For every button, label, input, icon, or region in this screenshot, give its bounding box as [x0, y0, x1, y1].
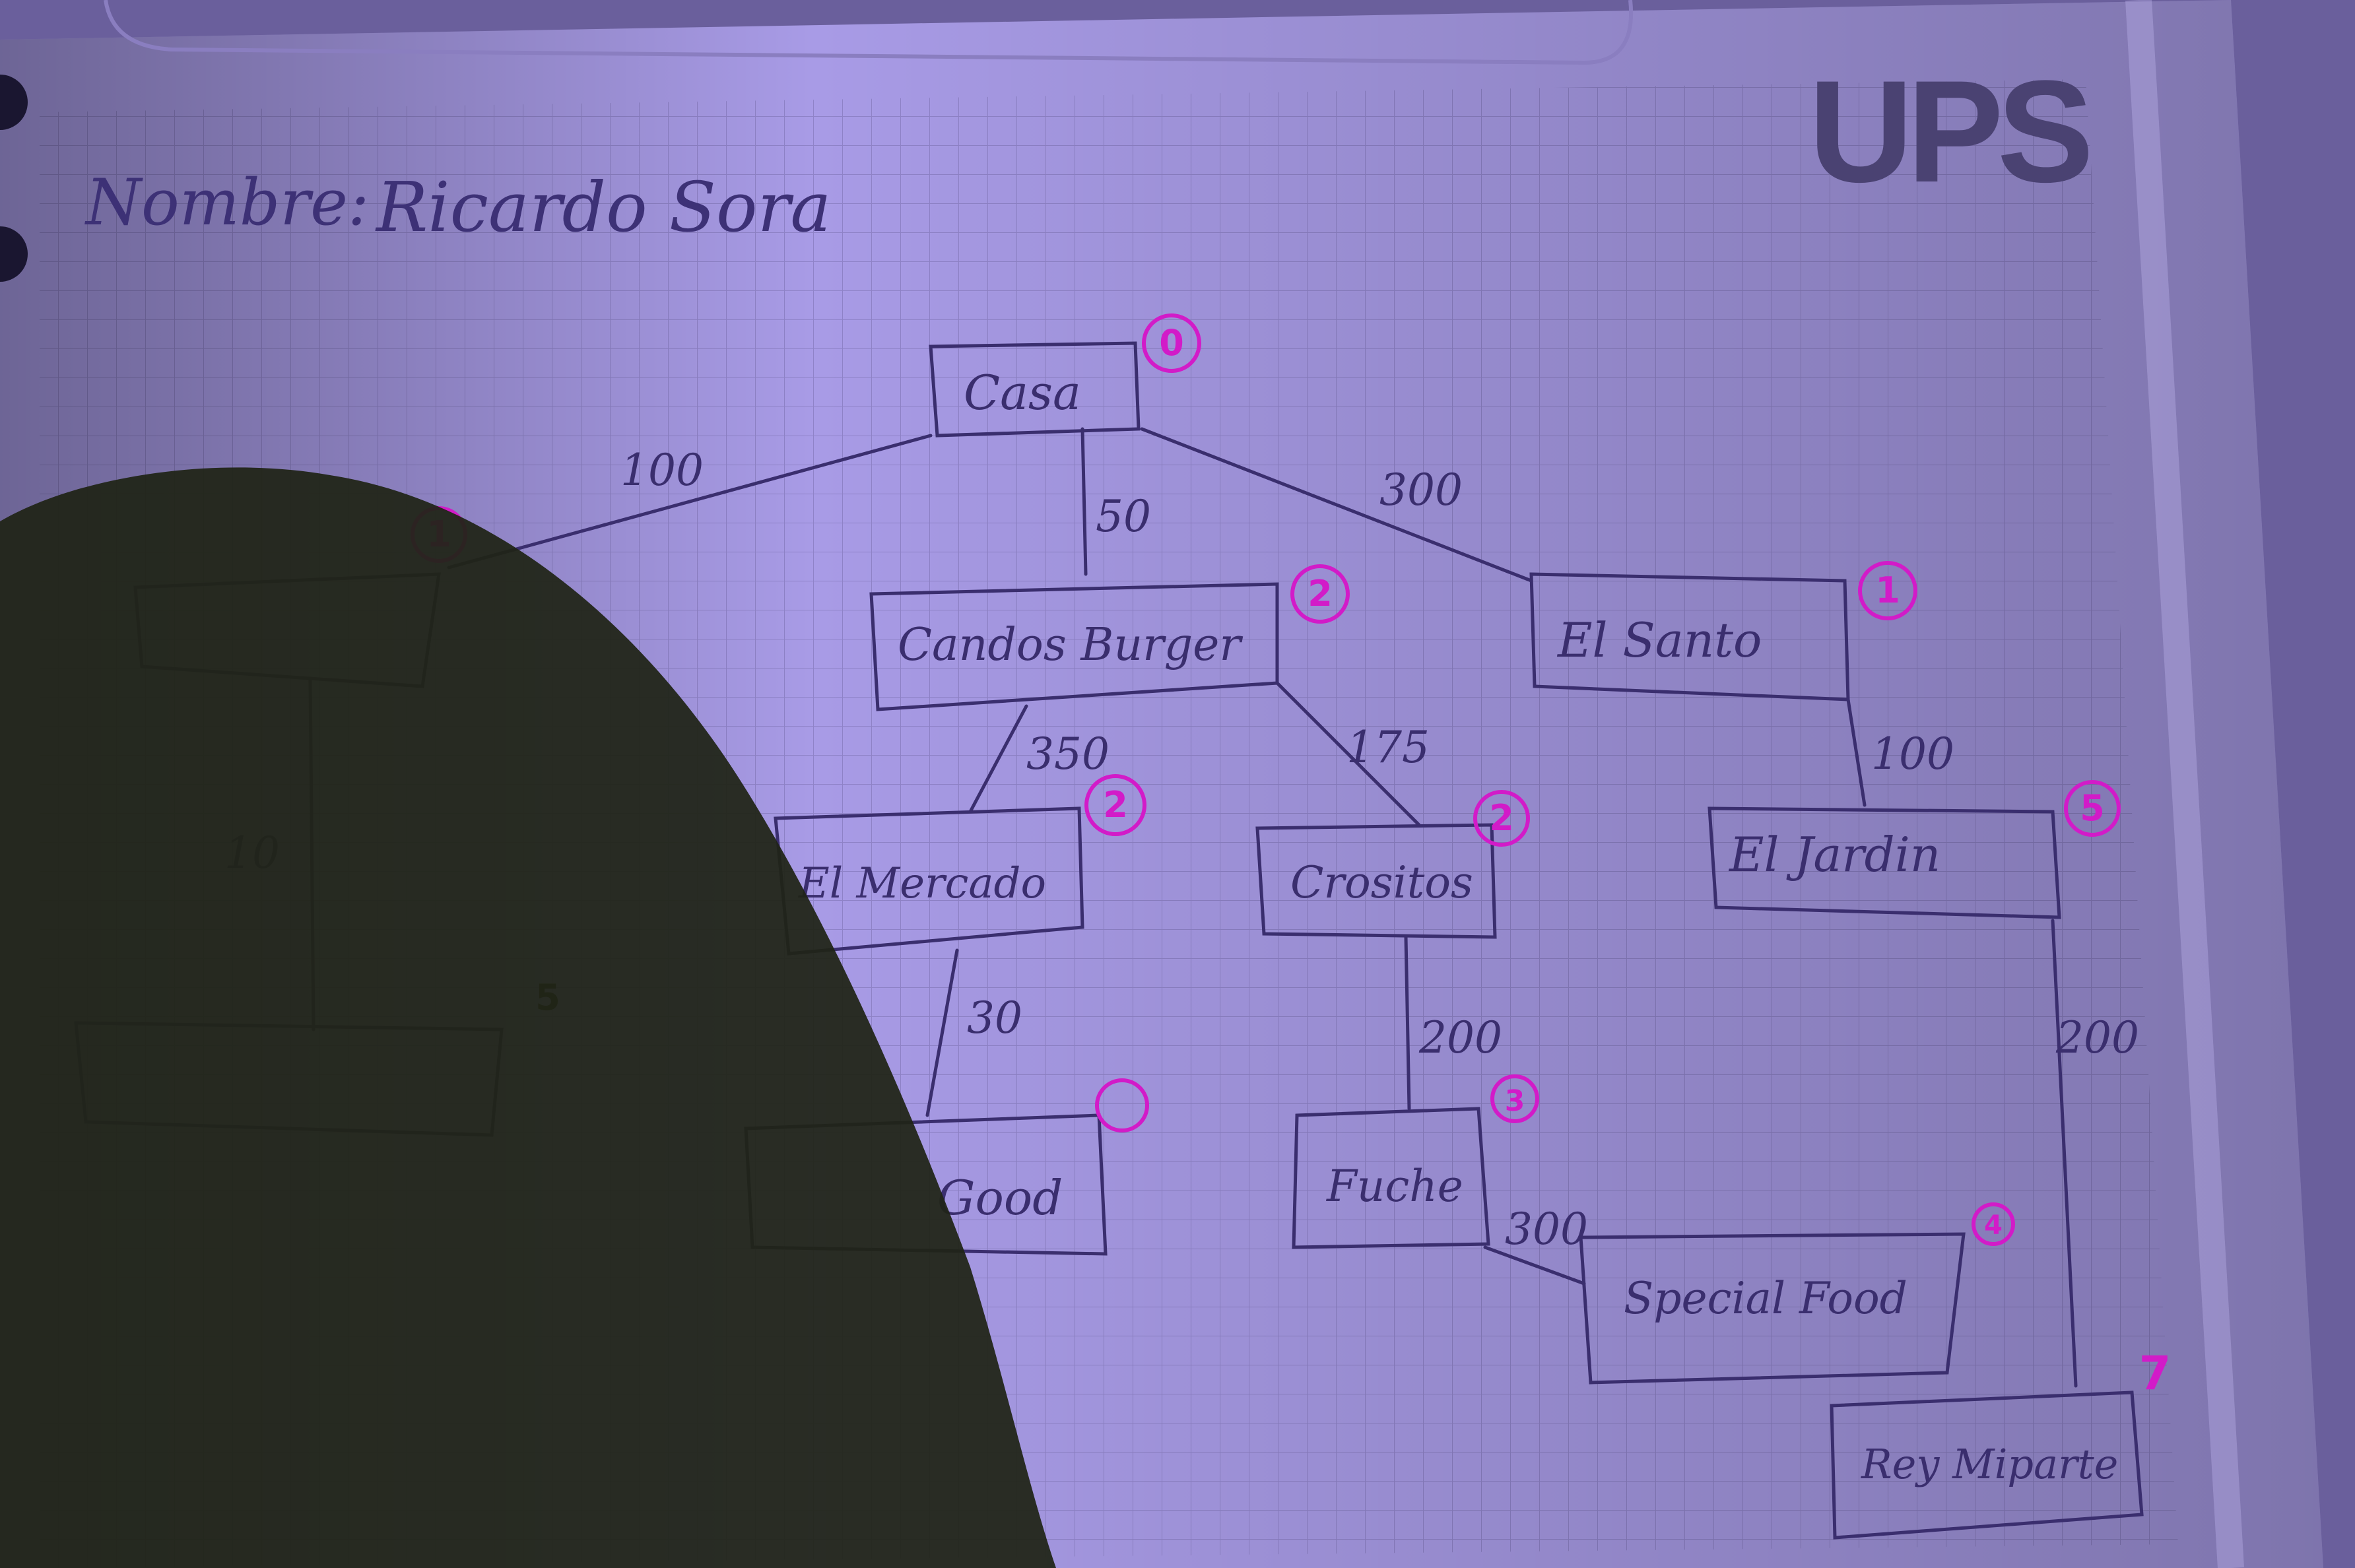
node-label-crositos: Crositos — [1290, 857, 1473, 908]
weight-jardin-rey: 200 — [2055, 1012, 2139, 1063]
node-label-candos: Candos Burger — [898, 619, 1243, 671]
node-label-rey: Rey Miparte — [1861, 1440, 2118, 1488]
order-mark-santo: 1 — [1875, 570, 1900, 611]
weight-candos-crositos: 175 — [1346, 722, 1430, 773]
node-label-jardin: El Jardin — [1728, 827, 1940, 882]
node-label-fuche: Fuche — [1326, 1161, 1463, 1212]
node-label-special: Special Food — [1624, 1273, 1907, 1324]
weight-santo-jardin: 100 — [1871, 729, 1954, 779]
order-mark-special: 4 — [1984, 1210, 2003, 1241]
order-mark-mercado: 2 — [1103, 784, 1128, 826]
ups-logo: UPS — [1808, 50, 2089, 212]
node-label-santo: El Santo — [1556, 612, 1762, 668]
node-label-good: Good — [937, 1170, 1063, 1225]
order-mark-rey: 7 — [2139, 1346, 2172, 1400]
order-mark-crositos: 2 — [1489, 797, 1514, 839]
notebook-photo: UPS Nombre: Ricardo Sora Casa Candos Bur… — [0, 0, 2355, 1568]
weight-mercado-good: 30 — [967, 993, 1022, 1043]
weight-casa-hidden: 100 — [620, 445, 704, 496]
weight-fuche-special: 300 — [1505, 1204, 1588, 1255]
order-mark-casa: 0 — [1159, 322, 1184, 364]
weight-candos-mercado: 350 — [1026, 729, 1110, 779]
node-label-mercado: El Mercado — [798, 859, 1046, 908]
node-label-casa: Casa — [964, 365, 1081, 420]
order-mark-candos: 2 — [1308, 573, 1333, 614]
name-value: Ricardo Sora — [375, 167, 831, 247]
weight-casa-candos: 50 — [1096, 491, 1151, 542]
order-mark-jardin: 5 — [2080, 787, 2105, 829]
name-label: Nombre: — [84, 166, 369, 240]
weight-casa-santo: 300 — [1379, 465, 1463, 515]
weight-crositos-fuche: 200 — [1418, 1012, 1502, 1063]
order-mark-fuche: 3 — [1505, 1084, 1525, 1118]
